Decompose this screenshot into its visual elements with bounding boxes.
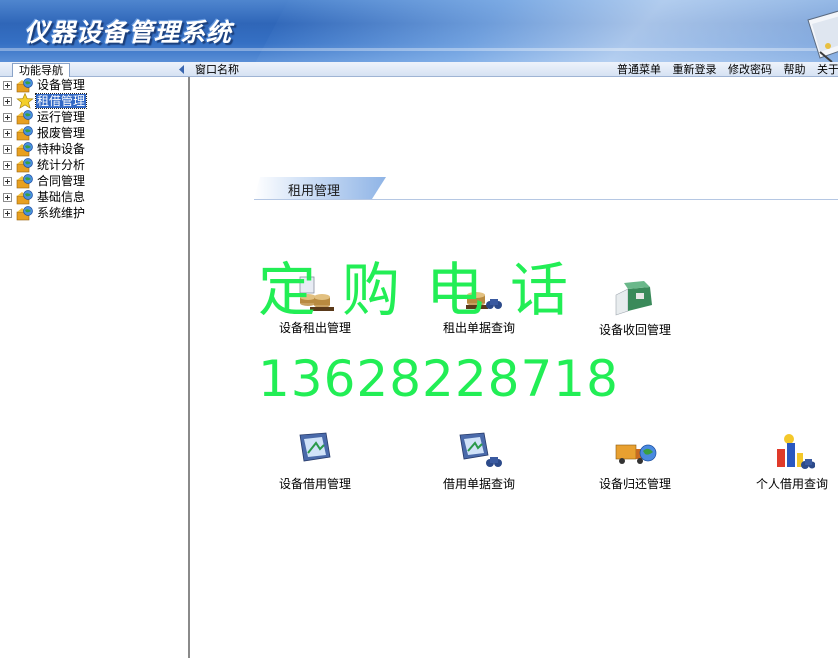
collapse-left-icon[interactable] <box>176 63 188 76</box>
watermark-order-phone-label: 定购电话 <box>258 256 595 324</box>
sidebar-item-statistics[interactable]: 统计分析 <box>0 157 86 173</box>
module-label: 借用单据查询 <box>442 477 515 491</box>
menu-about[interactable]: 关于 <box>817 63 838 76</box>
app-window: 仪器设备管理系统 功能导航 窗口名称 普通菜单 重新登录 修改密码 帮助 关于 <box>0 0 838 658</box>
sidebar-item-label: 运行管理 <box>37 110 86 124</box>
borrow-query-icon <box>459 432 502 467</box>
expand-toggle-icon[interactable] <box>3 112 12 122</box>
main-panel: 租用管理 设备租出管理 租出单据查询 设备收回管理 设备借用管理 借用单据查询 … <box>192 77 838 658</box>
sidebar-item-label: 统计分析 <box>37 158 86 172</box>
truck-globe-icon <box>615 444 657 464</box>
sidebar-item-device-management[interactable]: 设备管理 <box>0 77 86 93</box>
watermark-phone-number: 13628228718 <box>258 350 619 408</box>
sidebar-item-label: 特种设备 <box>37 142 86 156</box>
expand-toggle-icon[interactable] <box>3 160 12 170</box>
sidebar-item-label: 系统维护 <box>37 206 86 220</box>
sidebar-item-scrap-management[interactable]: 报废管理 <box>0 125 86 141</box>
section-divider <box>254 199 838 200</box>
menu-help[interactable]: 帮助 <box>784 63 806 76</box>
expand-toggle-icon[interactable] <box>3 96 12 106</box>
expand-toggle-icon[interactable] <box>3 208 12 218</box>
app-title: 仪器设备管理系统 <box>24 18 233 47</box>
banner-decoration-icon <box>807 10 838 62</box>
folder-globe-icon <box>16 206 33 221</box>
personal-chart-icon <box>777 434 815 469</box>
folder-globe-icon <box>16 126 33 141</box>
sidebar-item-operation-management[interactable]: 运行管理 <box>0 109 86 125</box>
module-label: 设备归还管理 <box>598 477 671 491</box>
folder-globe-icon <box>16 110 33 125</box>
tab-function-nav[interactable]: 功能导航 <box>12 63 70 77</box>
module-borrow-query[interactable]: 借用单据查询 <box>419 431 539 492</box>
sidebar-item-label: 报废管理 <box>37 126 86 140</box>
module-personal-borrow-query[interactable]: 个人借用查询 <box>732 431 838 492</box>
sidebar-item-contract-management[interactable]: 合同管理 <box>0 173 86 189</box>
toolbar-strip: 功能导航 窗口名称 普通菜单 重新登录 修改密码 帮助 关于 <box>0 62 838 77</box>
module-equipment-return-borrowed[interactable]: 设备归还管理 <box>575 431 695 492</box>
sidebar-item-label: 设备管理 <box>37 78 86 92</box>
module-label: 个人借用查询 <box>755 477 828 491</box>
folder-globe-icon <box>16 78 33 93</box>
star-icon <box>16 93 34 109</box>
top-menu: 普通菜单 重新登录 修改密码 帮助 关于 <box>617 63 838 76</box>
expand-toggle-icon[interactable] <box>3 176 12 186</box>
expand-toggle-icon[interactable] <box>3 144 12 154</box>
menu-normal-menu[interactable]: 普通菜单 <box>617 63 661 76</box>
folder-globe-icon <box>16 190 33 205</box>
sidebar-item-rental-management[interactable]: 租借管理 <box>0 93 88 109</box>
expand-toggle-icon[interactable] <box>3 128 12 138</box>
return-box-icon <box>615 281 652 316</box>
window-name-label: 窗口名称 <box>195 63 239 76</box>
sidebar-item-special-equipment[interactable]: 特种设备 <box>0 141 86 157</box>
menu-change-password[interactable]: 修改密码 <box>728 63 772 76</box>
sidebar-item-label: 租借管理 <box>34 93 88 109</box>
section-title: 租用管理 <box>288 184 341 199</box>
sidebar-tree: 设备管理 租借管理 运行管理 报废管理 特种设备 统计分析 合同管理 基础信息 … <box>0 77 190 658</box>
folder-globe-icon <box>16 158 33 173</box>
sidebar-item-basic-info[interactable]: 基础信息 <box>0 189 86 205</box>
sidebar-item-label: 合同管理 <box>37 174 86 188</box>
sidebar-item-label: 基础信息 <box>37 190 86 204</box>
expand-toggle-icon[interactable] <box>3 192 12 202</box>
module-equipment-borrow[interactable]: 设备借用管理 <box>255 431 375 492</box>
menu-relogin[interactable]: 重新登录 <box>673 63 717 76</box>
header-banner: 仪器设备管理系统 <box>0 0 838 62</box>
sidebar-item-system-maintenance[interactable]: 系统维护 <box>0 205 86 221</box>
module-label: 设备借用管理 <box>278 477 351 491</box>
folder-globe-icon <box>16 174 33 189</box>
banner-highlight <box>246 0 838 62</box>
expand-toggle-icon[interactable] <box>3 80 12 90</box>
folder-globe-icon <box>16 142 33 157</box>
borrow-folder-icon <box>299 432 331 462</box>
